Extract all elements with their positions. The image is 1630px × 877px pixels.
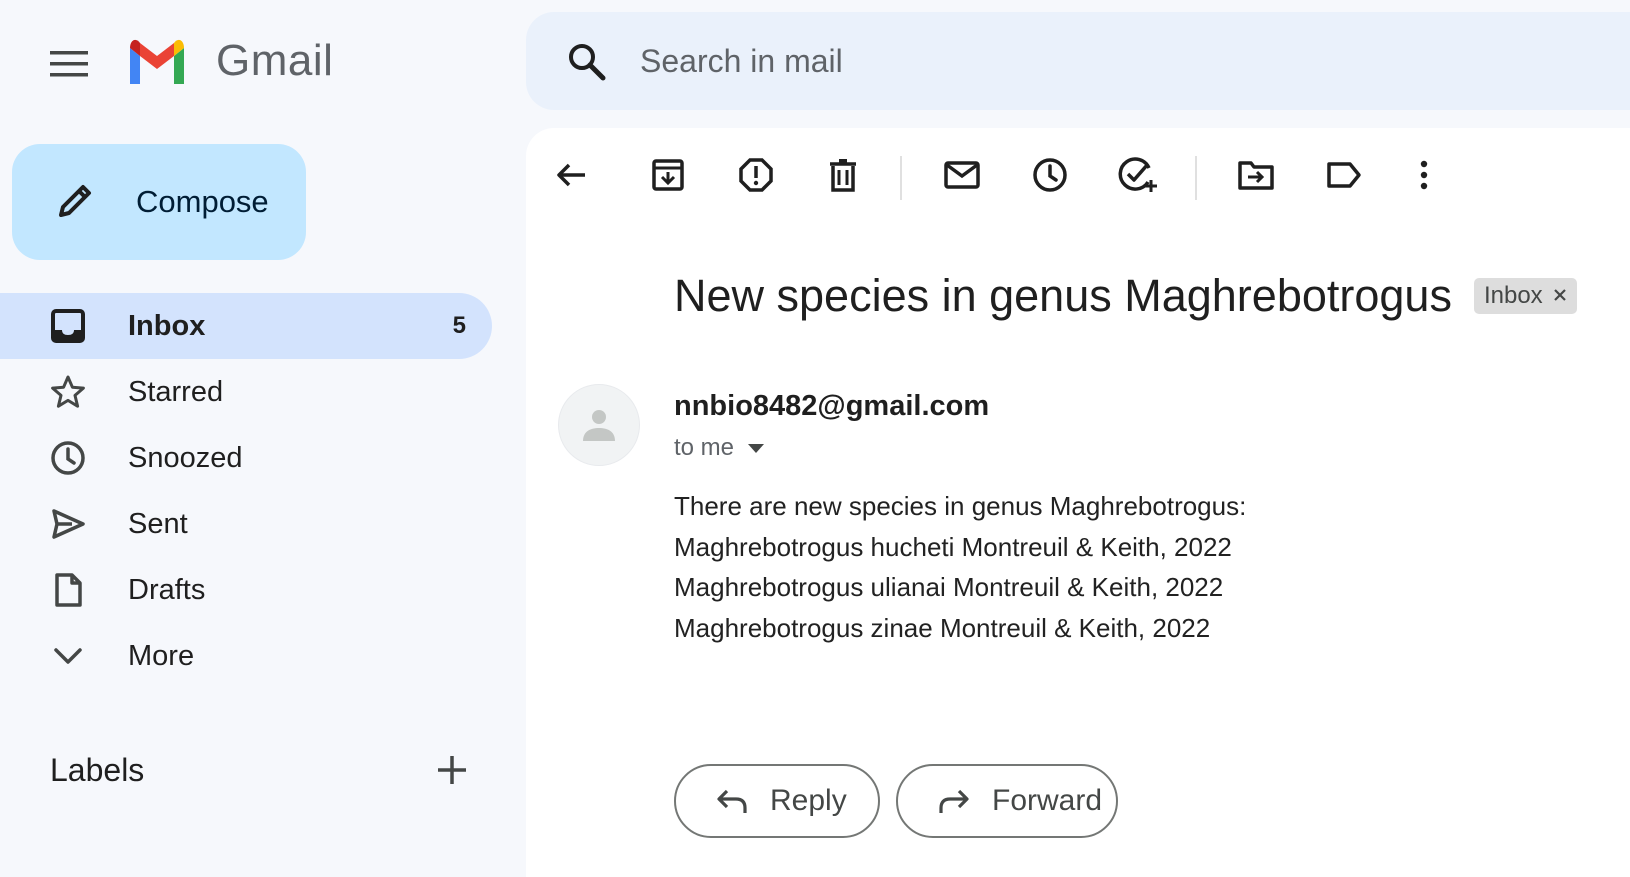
search-input[interactable] — [640, 42, 1540, 80]
clock-icon — [48, 438, 88, 478]
sidebar-item-label: Sent — [128, 507, 188, 540]
sidebar-item-drafts[interactable]: Drafts — [0, 557, 492, 623]
draft-icon — [48, 570, 88, 610]
gmail-wordmark: Gmail — [216, 36, 334, 85]
delete-icon — [830, 159, 856, 192]
label-chip-text: Inbox — [1483, 282, 1543, 309]
labels-button[interactable] — [1319, 150, 1369, 200]
email-subject: New species in genus Maghrebotrogus — [674, 270, 1452, 321]
star-icon — [48, 372, 88, 412]
caret-down-icon — [748, 443, 765, 453]
sidebar-item-more[interactable]: More — [0, 623, 492, 689]
reply-icon — [714, 783, 750, 819]
chevron-down-icon — [48, 636, 88, 676]
hamburger-menu-icon — [50, 51, 88, 77]
mark-unread-button[interactable] — [937, 150, 987, 200]
plus-icon — [438, 756, 466, 784]
recipient-details-toggle[interactable]: to me — [674, 434, 765, 462]
email-body-line: Maghrebotrogus ulianai Montreuil & Keith… — [674, 572, 1224, 602]
forward-label: Forward — [992, 784, 1103, 817]
send-icon — [48, 504, 88, 544]
report-spam-icon — [739, 158, 773, 192]
snooze-icon — [1033, 158, 1067, 192]
forward-icon — [936, 783, 972, 819]
more-vert-icon — [1420, 160, 1428, 190]
delete-button[interactable] — [818, 150, 868, 200]
sender-email[interactable]: nnbio8482@gmail.com — [674, 390, 989, 423]
forward-button[interactable]: Forward — [896, 764, 1118, 838]
archive-icon — [652, 159, 684, 191]
search-icon — [569, 44, 606, 81]
back-arrow-icon — [557, 163, 585, 187]
toolbar-divider — [900, 156, 902, 200]
search-button[interactable] — [562, 37, 610, 85]
sidebar-item-label: Drafts — [128, 573, 206, 606]
add-to-tasks-button[interactable] — [1113, 150, 1163, 200]
back-button[interactable] — [546, 150, 596, 200]
sidebar-item-sent[interactable]: Sent — [0, 491, 492, 557]
compose-button[interactable]: Compose — [12, 144, 306, 260]
create-label-button[interactable] — [428, 746, 476, 794]
sidebar-nav: Inbox 5 Starred Snoozed Sent Drafts More — [0, 293, 492, 689]
email-body: There are new species in genus Maghrebot… — [674, 486, 1246, 648]
sidebar-item-label: Inbox — [128, 309, 206, 342]
label-icon — [1327, 162, 1361, 188]
email-body-line: Maghrebotrogus hucheti Montreuil & Keith… — [674, 531, 1232, 562]
snooze-button[interactable] — [1025, 150, 1075, 200]
email-subject-row: New species in genus Maghrebotrogus Inbo… — [674, 270, 1577, 322]
remove-label-button[interactable] — [1553, 285, 1567, 308]
person-icon — [583, 410, 615, 441]
report-spam-button[interactable] — [731, 150, 781, 200]
email-body-line: There are new species in genus Maghrebot… — [674, 491, 1247, 521]
message-pane: New species in genus Maghrebotrogus Inbo… — [526, 128, 1630, 877]
gmail-app: Gmail Compose — [0, 0, 1630, 877]
labels-section-header: Labels — [50, 744, 476, 796]
close-icon — [1553, 288, 1566, 301]
sidebar-item-label: Snoozed — [128, 441, 243, 474]
recipient-text: to me — [674, 434, 735, 461]
mark-unread-icon — [944, 161, 980, 189]
inbox-icon — [48, 306, 88, 346]
gmail-m-logo-icon — [130, 39, 184, 84]
email-body-line: Maghrebotrogus zinae Montreuil & Keith, … — [674, 612, 1211, 643]
move-to-button[interactable] — [1231, 150, 1281, 200]
reply-label: Reply — [770, 784, 847, 817]
pencil-icon — [48, 176, 100, 228]
sidebar-item-label: More — [128, 639, 195, 672]
add-task-icon — [1118, 157, 1157, 192]
reply-button[interactable]: Reply — [674, 764, 880, 838]
sidebar-item-label: Starred — [128, 375, 224, 408]
compose-label: Compose — [136, 184, 269, 219]
inbox-label-chip: Inbox — [1473, 278, 1577, 314]
main-menu-button[interactable] — [38, 32, 102, 96]
unread-count-badge: 5 — [452, 312, 466, 339]
toolbar-divider — [1195, 156, 1197, 200]
sidebar-item-inbox[interactable]: Inbox 5 — [0, 293, 492, 359]
labels-title: Labels — [50, 751, 145, 788]
search-bar — [526, 12, 1630, 110]
move-to-icon — [1238, 161, 1274, 190]
more-options-button[interactable] — [1399, 150, 1449, 200]
sidebar-item-snoozed[interactable]: Snoozed — [0, 425, 492, 491]
sender-avatar[interactable] — [558, 384, 640, 466]
gmail-logo[interactable]: Gmail — [126, 36, 333, 86]
archive-button[interactable] — [643, 150, 693, 200]
sidebar-item-starred[interactable]: Starred — [0, 359, 492, 425]
